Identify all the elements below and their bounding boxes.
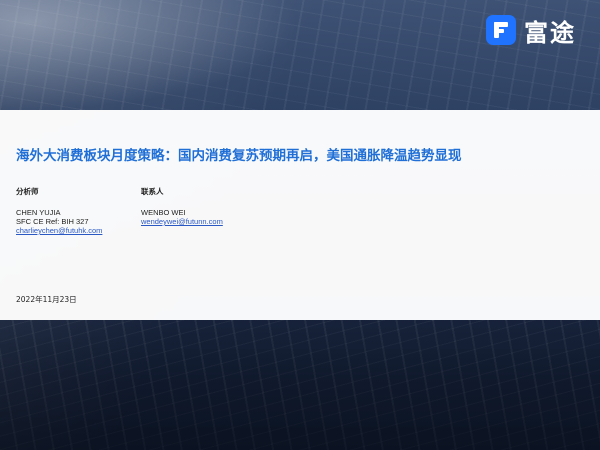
report-date: 2022年11月23日	[16, 295, 77, 304]
analyst-email-link[interactable]: charlieychen@futuhk.com	[16, 226, 102, 235]
report-title: 海外大消费板块月度策略：国内消费复苏预期再启，美国通胀降温趋势显现	[16, 148, 462, 164]
sky-light	[0, 0, 300, 110]
analyst-name: CHEN YUJIA	[16, 208, 61, 217]
contact-label: 联系人	[141, 187, 164, 196]
contact-name: WENBO WEI	[141, 208, 186, 217]
building-facade-bottom	[0, 320, 600, 450]
logo-text: 富途	[524, 18, 576, 47]
contact-email-link[interactable]: wendeywei@futunn.com	[141, 217, 223, 226]
analyst-ref: SFC CE Ref: BIH 327	[16, 217, 89, 226]
brand-logo: 富途	[486, 13, 576, 47]
contact-block: 联系人 WENBO WEI wendeywei@futunn.com	[141, 187, 223, 226]
cover-info-panel: 海外大消费板块月度策略：国内消费复苏预期再启，美国通胀降温趋势显现 分析师 CH…	[0, 110, 600, 320]
analyst-block: 分析师 CHEN YUJIA SFC CE Ref: BIH 327 charl…	[16, 187, 102, 235]
futu-logo-icon	[486, 15, 516, 45]
analyst-label: 分析师	[16, 187, 39, 196]
